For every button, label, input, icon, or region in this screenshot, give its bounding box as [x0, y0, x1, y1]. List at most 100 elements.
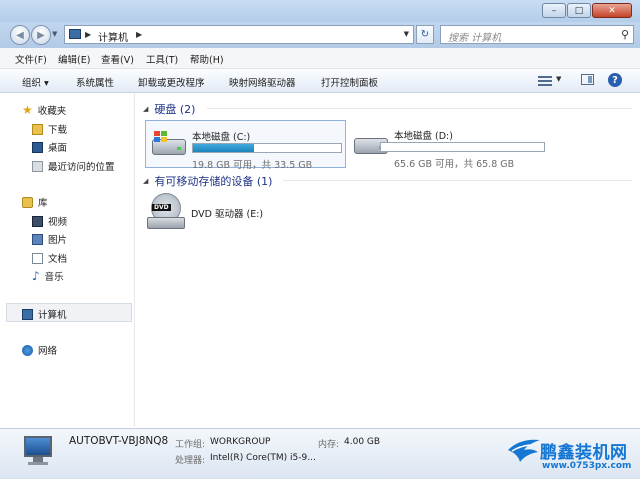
address-dropdown-icon[interactable]: ▼: [404, 30, 409, 38]
menu-edit[interactable]: 编辑(E): [58, 52, 90, 66]
picture-icon: [32, 234, 43, 245]
music-note-icon: ♪: [32, 271, 40, 282]
view-options-icon[interactable]: [538, 74, 552, 86]
watermark-logo: 鹏鑫装机网 www.0753px.com: [506, 432, 640, 476]
sidebar-group-label: 计算机: [38, 307, 67, 321]
organize-button[interactable]: 组织 ▾: [22, 75, 49, 89]
workgroup-label: 工作组:: [175, 437, 205, 450]
drive-usage-fill: [193, 144, 254, 152]
sidebar-group-label: 网络: [38, 343, 57, 357]
watermark-url: www.0753px.com: [542, 461, 631, 471]
library-icon: [22, 197, 33, 208]
group-header-hard-disks[interactable]: ◢ 硬盘 (2): [143, 101, 195, 117]
forward-arrow-icon: ▶: [37, 30, 45, 41]
breadcrumb-computer[interactable]: 计算机: [98, 29, 128, 44]
computer-name: AUTOBVT-VBJ8NQ8: [69, 435, 168, 447]
drive-usage-bar: [380, 142, 545, 152]
forward-button[interactable]: ▶: [31, 25, 51, 45]
downloads-folder-icon: [32, 124, 43, 135]
menu-file[interactable]: 文件(F): [15, 52, 47, 66]
network-icon: [22, 345, 33, 356]
drive-d[interactable]: 本地磁盘 (D:) 65.6 GB 可用，共 65.8 GB: [348, 120, 548, 168]
dvd-drive-icon[interactable]: DVD: [147, 193, 185, 231]
system-properties-button[interactable]: 系统属性: [76, 75, 114, 89]
refresh-icon: ↻: [421, 29, 429, 40]
search-icon[interactable]: ⚲: [621, 28, 629, 41]
group-header-removable[interactable]: ◢ 有可移动存储的设备 (1): [143, 173, 272, 189]
menu-view[interactable]: 查看(V): [101, 52, 134, 66]
back-arrow-icon: ◀: [16, 30, 24, 41]
minimize-button[interactable]: –: [542, 3, 566, 18]
sidebar-item-documents[interactable]: 文档: [32, 251, 67, 265]
memory-value: 4.00 GB: [344, 437, 380, 447]
sidebar-group-label: 收藏夹: [38, 103, 67, 117]
computer-icon: [69, 29, 81, 39]
hard-disk-icon: [152, 131, 186, 157]
dvd-drive-name[interactable]: DVD 驱动器 (E:): [191, 206, 263, 220]
group-divider: [207, 108, 632, 109]
refresh-button[interactable]: ↻: [416, 25, 434, 44]
search-placeholder: 搜索 计算机: [448, 29, 501, 44]
menu-bar: 文件(F) 编辑(E) 查看(V) 工具(T) 帮助(H): [0, 48, 640, 69]
drive-c[interactable]: 本地磁盘 (C:) 19.8 GB 可用，共 33.5 GB: [145, 120, 346, 168]
computer-monitor-icon: [20, 434, 56, 470]
sidebar-group-favorites[interactable]: ★ 收藏夹: [22, 103, 66, 117]
video-icon: [32, 216, 43, 227]
content-pane: ◢ 硬盘 (2) 本地磁盘 (C:) 19.8 GB 可用，共 33.5 GB …: [135, 93, 640, 427]
recent-places-icon: [32, 161, 43, 172]
navigation-pane: ★ 收藏夹 下载 桌面 最近访问的位置 库 视频 图片 文档 ♪ 音乐 计算机 …: [0, 93, 135, 427]
address-bar[interactable]: ▶ 计算机 ▶ ▼: [64, 25, 414, 44]
group-title: 有可移动存储的设备 (1): [154, 173, 272, 189]
computer-icon: [22, 309, 33, 320]
sidebar-group-label: 库: [38, 195, 48, 209]
collapse-triangle-icon[interactable]: ◢: [143, 105, 148, 113]
view-dropdown-icon[interactable]: ▼: [556, 75, 561, 83]
drive-size-text: 19.8 GB 可用，共 33.5 GB: [192, 157, 312, 171]
processor-value: Intel(R) Core(TM) i5-9...: [210, 453, 316, 463]
group-title: 硬盘 (2): [154, 101, 195, 117]
sidebar-item-recent-places[interactable]: 最近访问的位置: [32, 159, 115, 173]
sidebar-item-label: 最近访问的位置: [48, 159, 115, 173]
bird-logo-icon: [506, 436, 542, 466]
sidebar-item-music[interactable]: ♪ 音乐: [32, 269, 64, 283]
help-icon[interactable]: ?: [608, 73, 622, 87]
drive-name: 本地磁盘 (C:): [192, 129, 250, 143]
recent-pages-dropdown-icon[interactable]: ▼: [52, 30, 57, 38]
breadcrumb-separator-icon[interactable]: ▶: [85, 30, 91, 39]
watermark-title: 鹏鑫装机网: [540, 438, 628, 463]
desktop-icon: [32, 142, 43, 153]
preview-pane-icon[interactable]: [581, 74, 594, 85]
uninstall-program-button[interactable]: 卸载或更改程序: [138, 75, 205, 89]
group-divider: [283, 180, 632, 181]
sidebar-item-label: 文档: [48, 251, 67, 265]
sidebar-group-libraries[interactable]: 库: [22, 195, 48, 209]
sidebar-item-pictures[interactable]: 图片: [32, 232, 67, 246]
maximize-button[interactable]: □: [567, 3, 591, 18]
dvd-label: DVD: [152, 204, 171, 211]
search-input[interactable]: 搜索 计算机 ⚲: [440, 25, 634, 44]
sidebar-item-videos[interactable]: 视频: [32, 214, 67, 228]
sidebar-item-label: 桌面: [48, 140, 67, 154]
back-button[interactable]: ◀: [10, 25, 30, 45]
map-network-drive-button[interactable]: 映射网络驱动器: [229, 75, 296, 89]
sidebar-item-label: 下载: [48, 122, 67, 136]
breadcrumb-separator-icon[interactable]: ▶: [136, 30, 142, 39]
sidebar-group-computer[interactable]: 计算机: [22, 307, 67, 321]
collapse-triangle-icon[interactable]: ◢: [143, 177, 148, 185]
windows-logo-icon: [154, 131, 168, 143]
menu-help[interactable]: 帮助(H): [190, 52, 224, 66]
open-control-panel-button[interactable]: 打开控制面板: [321, 75, 378, 89]
drive-size-text: 65.6 GB 可用，共 65.8 GB: [394, 156, 514, 170]
close-button[interactable]: ✕: [592, 3, 632, 18]
sidebar-item-label: 音乐: [45, 269, 64, 283]
sidebar-item-desktop[interactable]: 桌面: [32, 140, 67, 154]
workgroup-value: WORKGROUP: [210, 437, 270, 447]
title-bar: – □ ✕: [0, 0, 640, 22]
star-icon: ★: [22, 105, 33, 116]
drive-usage-bar: [192, 143, 342, 153]
sidebar-group-network[interactable]: 网络: [22, 343, 57, 357]
sidebar-item-downloads[interactable]: 下载: [32, 122, 67, 136]
processor-label: 处理器:: [175, 453, 205, 466]
document-icon: [32, 253, 43, 264]
menu-tools[interactable]: 工具(T): [146, 52, 178, 66]
